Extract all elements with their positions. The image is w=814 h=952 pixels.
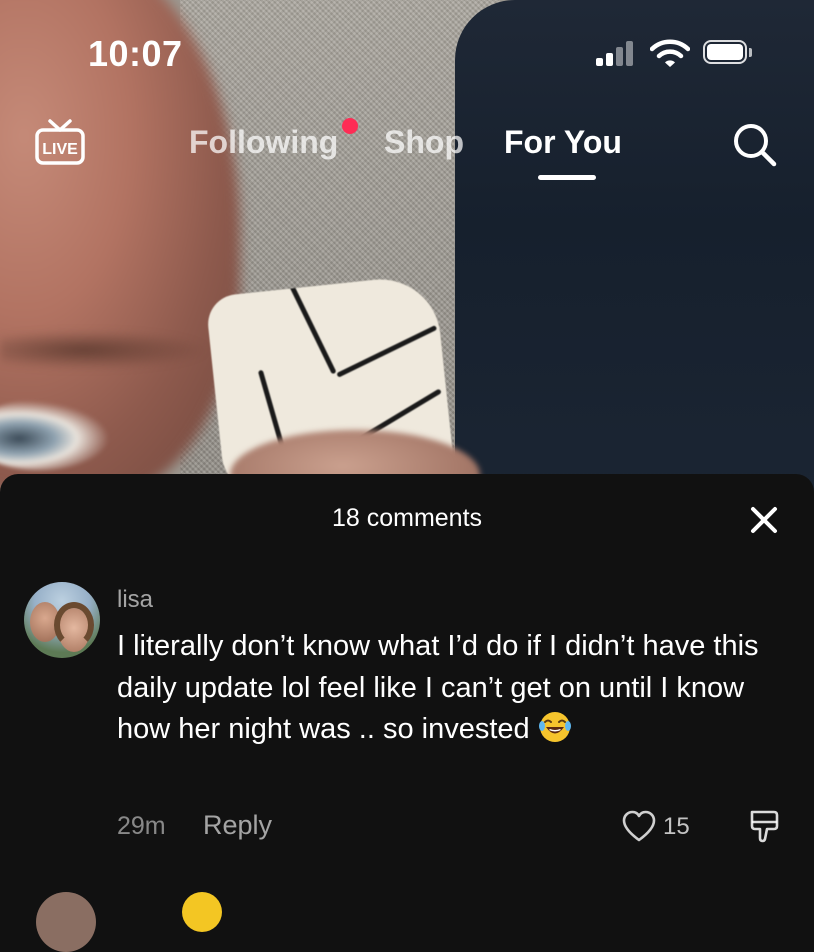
status-time: 10:07 [88, 33, 183, 74]
laughing-tears-emoji-icon [538, 712, 571, 742]
video-dark-fabric [455, 0, 814, 500]
close-icon[interactable] [745, 501, 783, 539]
active-tab-indicator [538, 175, 596, 180]
tab-for-you[interactable]: For You [504, 124, 622, 161]
comment-body: I literally don’t know what I’d do if I … [117, 626, 797, 751]
video-frame[interactable] [0, 0, 814, 500]
search-icon[interactable] [730, 120, 778, 168]
tab-shop[interactable]: Shop [384, 124, 464, 161]
reply-button[interactable]: Reply [203, 810, 272, 841]
comments-count-title: 18 comments [331, 504, 483, 532]
comment-username[interactable]: lisa [117, 586, 153, 614]
signal-icon [596, 40, 638, 66]
dislike-icon[interactable] [746, 808, 782, 844]
avatar[interactable] [24, 582, 100, 658]
comments-sheet: 18 comments lisa I literally don’t know … [0, 474, 814, 952]
tab-following[interactable]: Following [189, 124, 338, 161]
battery-icon [703, 40, 753, 66]
comment-timestamp: 29m [117, 812, 166, 840]
notification-dot [342, 118, 358, 134]
next-comment-emoji-icon [182, 892, 222, 932]
next-comment-avatar[interactable] [36, 892, 96, 952]
like-count: 15 [663, 813, 690, 840]
live-icon[interactable]: LIVE [34, 117, 86, 169]
wifi-icon [650, 39, 690, 67]
live-label: LIVE [42, 141, 78, 158]
video-eyebrow [0, 330, 210, 370]
comment-text: I literally don’t know what I’d do if I … [117, 630, 759, 745]
